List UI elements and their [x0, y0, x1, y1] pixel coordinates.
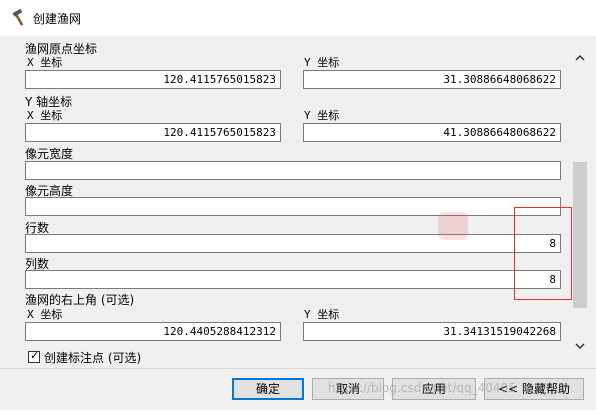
- corner-x-label: X 坐标: [27, 308, 63, 321]
- scrollbar-thumb[interactable]: [573, 162, 587, 308]
- vertical-scrollbar[interactable]: [571, 46, 589, 360]
- hammer-icon: [12, 8, 24, 26]
- yaxis-label: Y 轴坐标: [25, 95, 73, 109]
- origin-x-input[interactable]: 120.4115765015823: [25, 70, 281, 89]
- corner-y-input[interactable]: 31.34131519042268: [303, 322, 561, 341]
- create-labels-checkbox[interactable]: ✓: [28, 349, 40, 363]
- origin-y-input[interactable]: 31.30886648068622: [303, 70, 561, 89]
- origin-y-label: Y 坐标: [304, 56, 340, 69]
- corner-label: 渔网的右上角 (可选): [25, 293, 135, 307]
- cell-width-label: 像元宽度: [25, 147, 74, 161]
- window-title: 创建渔网: [33, 12, 82, 26]
- checkmark-icon: ✓: [30, 349, 40, 362]
- corner-x-input[interactable]: 120.4405288412312: [25, 322, 281, 341]
- chevron-up-icon[interactable]: [574, 52, 586, 64]
- corner-y-label: Y 坐标: [304, 308, 340, 321]
- watermark-icon: [438, 212, 468, 240]
- chevron-down-icon[interactable]: [574, 340, 586, 352]
- rows-input[interactable]: 8: [25, 234, 561, 253]
- origin-label: 渔网原点坐标: [25, 42, 98, 56]
- highlight-box: [514, 207, 572, 300]
- cell-width-input[interactable]: [25, 161, 561, 180]
- yaxis-x-input[interactable]: 120.4115765015823: [25, 123, 281, 142]
- create-labels-label: 创建标注点 (可选): [44, 351, 142, 365]
- origin-x-label: X 坐标: [27, 56, 63, 69]
- yaxis-y-input[interactable]: 41.30886648068622: [303, 123, 561, 142]
- cell-height-input[interactable]: [25, 197, 561, 216]
- ok-button[interactable]: 确定: [232, 378, 304, 400]
- watermark-text: https://blog.csdn.net/qq_40405: [328, 381, 516, 395]
- yaxis-x-label: X 坐标: [27, 109, 63, 122]
- title-bar: 创建渔网: [0, 0, 596, 36]
- cols-input[interactable]: 8: [25, 270, 561, 289]
- yaxis-y-label: Y 坐标: [304, 109, 340, 122]
